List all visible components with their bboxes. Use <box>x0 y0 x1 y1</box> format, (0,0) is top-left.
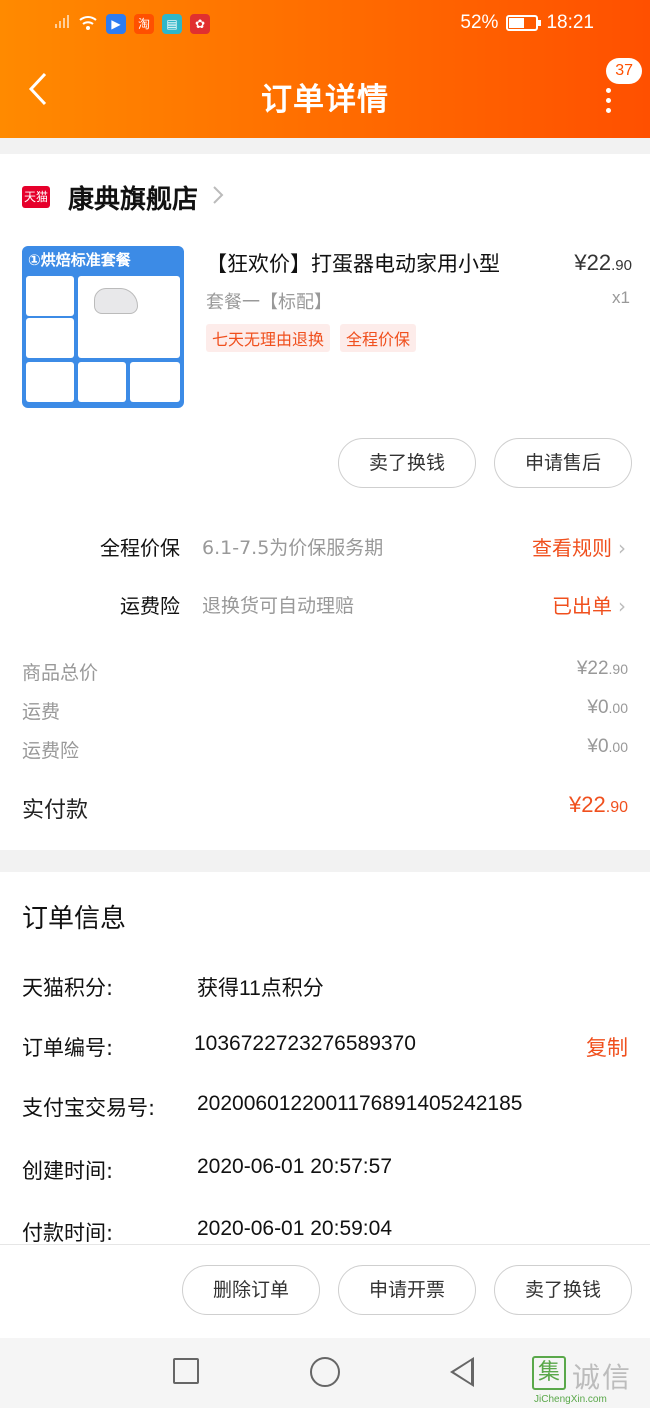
watermark-url: JiChengXin.com <box>534 1394 607 1405</box>
watermark-logo: 集 诚信 JiChengXin.com <box>532 1356 644 1406</box>
price-protect-label: 全程价保 <box>100 536 180 560</box>
order-info-card: 订单信息 天猫积分: 获得11点积分 订单编号: 103672272327658… <box>0 872 650 1245</box>
shipping-insurance-label: 运费险 <box>120 594 180 618</box>
page-title: 订单详情 <box>261 82 389 118</box>
created-time-label: 创建时间: <box>22 1159 114 1183</box>
battery-percent: 52% <box>460 12 499 33</box>
chevron-right-icon <box>212 183 224 211</box>
mixer-icon <box>94 288 138 314</box>
order-info-title: 订单信息 <box>22 904 127 934</box>
sell-button-bottom[interactable]: 卖了换钱 <box>494 1265 632 1315</box>
insurance-fee-dec: .00 <box>608 739 628 755</box>
paid-int: ¥22 <box>569 792 606 817</box>
product-title[interactable]: 【狂欢价】打蛋器电动家用小型 <box>206 248 500 278</box>
back-nav-icon[interactable] <box>450 1357 474 1387</box>
product-tags: 七天无理由退换 全程价保 <box>206 324 417 352</box>
chevron-right-icon: › <box>618 536 626 560</box>
order-number-label: 订单编号: <box>22 1036 114 1060</box>
after-sale-button[interactable]: 申请售后 <box>494 438 632 488</box>
warranty-tile <box>78 362 126 402</box>
copy-button[interactable]: 复制 <box>586 1032 628 1062</box>
insurance-issued-link[interactable]: 已出单 › <box>552 590 626 619</box>
paid-value: ¥22.90 <box>569 792 628 818</box>
clock: 18:21 <box>546 12 594 33</box>
price-integer: ¥22 <box>574 250 612 275</box>
product-image-grid <box>26 274 180 404</box>
shipping-dec: .00 <box>608 700 628 716</box>
shipping-int: ¥0 <box>587 697 609 718</box>
subtotal-dec: .90 <box>608 661 628 677</box>
order-number-value: 1036722723276589370 <box>194 1032 416 1055</box>
price-protect-desc: 6.1-7.5为价保服务期 <box>202 537 384 559</box>
points-label: 天猫积分: <box>22 976 114 1000</box>
subtotal-value: ¥22.90 <box>577 658 628 680</box>
subtotal-int: ¥22 <box>576 658 609 679</box>
shop-row[interactable]: 天猫 康典旗舰店 <box>22 180 224 215</box>
insurance-fee-int: ¥0 <box>587 736 609 757</box>
sell-button[interactable]: 卖了换钱 <box>338 438 476 488</box>
paid-time-value: 2020-06-01 20:59:04 <box>197 1217 392 1240</box>
mixer-tile <box>78 276 180 358</box>
price-decimal: .90 <box>611 257 632 274</box>
product-price: ¥22.90 <box>574 250 632 276</box>
recents-icon[interactable] <box>173 1358 199 1384</box>
shipping-insurance-desc: 退换货可自动理赔 <box>202 595 355 617</box>
recipe-book-tile <box>26 362 74 402</box>
created-time-value: 2020-06-01 20:57:57 <box>197 1155 392 1178</box>
request-invoice-button[interactable]: 申请开票 <box>338 1265 476 1315</box>
paid-time-label: 付款时间: <box>22 1221 114 1245</box>
shipping-label: 运费 <box>22 701 61 723</box>
home-icon[interactable] <box>310 1357 340 1387</box>
product-quantity: x1 <box>612 288 630 307</box>
subtotal-label: 商品总价 <box>22 662 99 684</box>
shipping-value: ¥0.00 <box>587 697 628 719</box>
accessory-hook-tile <box>26 318 74 358</box>
battery-icon <box>506 15 542 31</box>
alipay-number-value: 2020060122001176891405242185 <box>197 1092 523 1115</box>
insurance-fee-label: 运费险 <box>22 740 80 762</box>
product-sku: 套餐一【标配】 <box>206 292 332 313</box>
chevron-right-icon: › <box>618 594 626 618</box>
tmall-logo-icon: 天猫 <box>22 186 50 208</box>
paid-dec: .90 <box>605 799 628 816</box>
alipay-number-label: 支付宝交易号: <box>22 1096 156 1120</box>
taobao-app-icon: 淘 <box>134 14 154 34</box>
watermark-char: 集 <box>532 1356 566 1390</box>
app-header: ▶ 淘 ▤ ✿ 52% 18:21 订单详情 37 <box>0 0 650 138</box>
insurance-issued-label: 已出单 <box>552 594 612 618</box>
reader-app-icon: ▤ <box>162 14 182 34</box>
view-rules-label: 查看规则 <box>532 536 612 560</box>
tag-price-protect: 全程价保 <box>340 324 417 352</box>
signal-icon <box>54 14 70 34</box>
view-rules-link[interactable]: 查看规则 › <box>532 532 626 561</box>
video-app-icon: ▶ <box>106 14 126 34</box>
insurance-fee-value: ¥0.00 <box>587 736 628 758</box>
status-bar: ▶ 淘 ▤ ✿ 52% 18:21 <box>0 0 650 52</box>
shop-name: 康典旗舰店 <box>68 184 199 215</box>
message-badge[interactable]: 37 <box>606 58 642 84</box>
watermark-text: 诚信 <box>572 1361 633 1394</box>
tag-return: 七天无理由退换 <box>206 324 331 352</box>
more-menu-icon[interactable] <box>606 88 614 118</box>
wifi-icon <box>78 14 98 34</box>
product-image[interactable]: ①烘焙标准套餐 <box>22 246 184 408</box>
product-image-caption: ①烘焙标准套餐 <box>28 251 131 269</box>
bottom-action-bar: 删除订单 申请开票 卖了换钱 <box>0 1244 650 1338</box>
paid-label: 实付款 <box>22 798 89 823</box>
accessory-beater-tile <box>26 276 74 316</box>
huawei-app-icon: ✿ <box>190 14 210 34</box>
separator-tile <box>130 362 180 402</box>
delete-order-button[interactable]: 删除订单 <box>182 1265 320 1315</box>
battery-fill <box>509 18 524 28</box>
order-product-card: 天猫 康典旗舰店 ①烘焙标准套餐 【狂欢价】打蛋器电动家用小型 ¥22.90 套… <box>0 154 650 850</box>
status-icons: ▶ 淘 ▤ ✿ <box>54 14 210 34</box>
status-right: 52% 18:21 <box>460 12 594 34</box>
points-value: 获得11点积分 <box>197 977 324 1000</box>
